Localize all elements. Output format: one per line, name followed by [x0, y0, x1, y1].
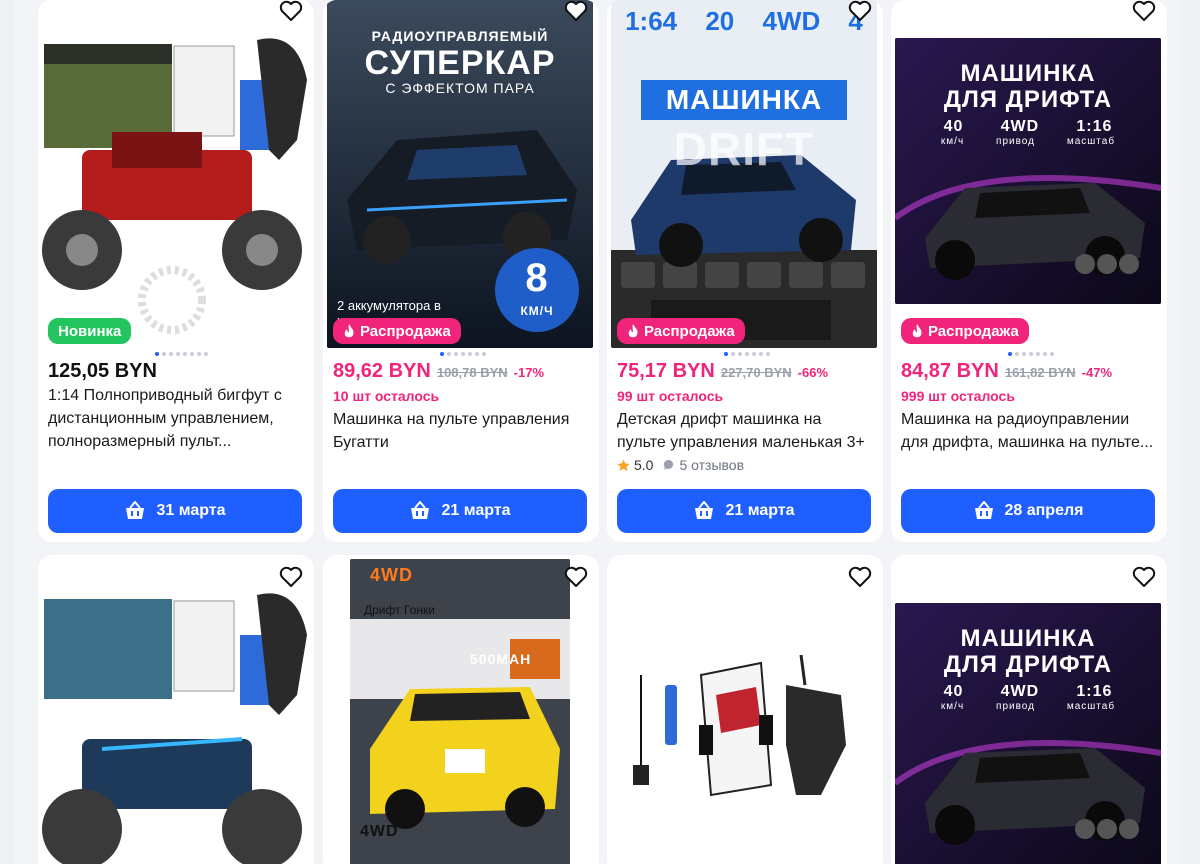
favorite-heart-icon[interactable] [1129, 0, 1159, 26]
promo-text: 500MAH [470, 651, 532, 667]
product-image[interactable]: МАШИНКА ДЛЯ ДРИФТА 40 4WD 1:16 км/ч привод м… [895, 38, 1161, 304]
delivery-date: 28 апреля [1004, 502, 1084, 519]
image-carousel-dots[interactable] [1008, 352, 1054, 356]
brand-logo: 4WD [370, 565, 413, 585]
promo-specs: 40 4WD 1:16 [943, 683, 1113, 700]
badge-label: Распродажа [644, 322, 735, 340]
delivery-date: 21 марта [725, 502, 795, 519]
stock-left: 999 шт осталось [901, 388, 1015, 404]
star-icon [617, 459, 630, 471]
rating-block[interactable]: 5.0 5 отзывов [617, 457, 744, 473]
favorite-heart-icon[interactable] [276, 562, 306, 592]
basket-icon [411, 501, 430, 519]
promo-spec-labels: км/ч привод масштаб [940, 136, 1116, 147]
discount: -17% [513, 365, 545, 380]
basket-icon [974, 501, 993, 519]
status-badge: Распродажа [617, 318, 745, 344]
current-price: 75,17 BYN [617, 360, 715, 382]
price-block: 125,05 BYN [48, 360, 157, 383]
promo-headline: ДЛЯ ДРИФТА [943, 651, 1113, 678]
status-badge: Распродажа [333, 318, 461, 344]
favorite-heart-icon[interactable] [1129, 562, 1159, 592]
reviews-count: 5 отзывов [679, 457, 745, 473]
promo-headline: МАШИНКА [960, 60, 1096, 87]
old-price: 161,82 BYN [1004, 365, 1076, 380]
badge-label: Новинка [58, 322, 122, 340]
current-price: 89,62 BYN [333, 360, 431, 382]
product-card[interactable]: МАШИНКА ДЛЯ ДРИФТА 40 4WD 1:16 км/ч привод м… [891, 555, 1167, 864]
favorite-heart-icon[interactable] [561, 562, 591, 592]
delivery-button[interactable]: 28 апреля [901, 489, 1155, 533]
promo-text: 4WD [360, 823, 399, 840]
price-block: 89,62 BYN 108,78 BYN -17% [333, 360, 544, 383]
rating-value: 5.0 [634, 457, 654, 473]
promo-text: РАДИОУПРАВЛЯЕМЫЙ [371, 28, 549, 44]
delivery-date: 31 марта [156, 502, 226, 519]
product-card[interactable]: РАДИОУПРАВЛЯЕМЫЙ СУПЕРКАР С ЭФФЕКТОМ ПАР… [323, 0, 599, 542]
discount: -47% [1081, 365, 1113, 380]
badge-label: Распродажа [928, 322, 1019, 340]
status-badge: Распродажа [901, 318, 1029, 344]
product-card[interactable]: 1:64 20 4WD 4 МАШИНКА DRIFT Распродажа 75,1… [607, 0, 883, 542]
promo-headline: МАШИНКА [960, 625, 1096, 652]
current-price: 125,05 BYN [48, 360, 157, 382]
fire-icon [628, 324, 638, 338]
product-card[interactable] [607, 555, 883, 864]
discount: -66% [797, 365, 829, 380]
product-image[interactable]: РАДИОУПРАВЛЯЕМЫЙ СУПЕРКАР С ЭФФЕКТОМ ПАР… [327, 0, 593, 348]
stock-left: 99 шт осталось [617, 388, 724, 404]
favorite-heart-icon[interactable] [845, 0, 875, 26]
current-price: 84,87 BYN [901, 360, 999, 382]
product-image[interactable]: МАШИНКА ДЛЯ ДРИФТА 40 4WD 1:16 км/ч привод м… [895, 603, 1161, 864]
speed-unit: КМ/Ч [520, 304, 554, 318]
price-block: 75,17 BYN 227,70 BYN -66% [617, 360, 828, 383]
product-card[interactable]: Новинка 125,05 BYN 1:14 Полноприводный б… [38, 0, 314, 542]
product-image[interactable] [611, 615, 877, 864]
delivery-button[interactable]: 21 марта [617, 489, 871, 533]
product-title[interactable]: Машинка на пульте управления Бугатти [333, 408, 589, 454]
promo-headline: ДЛЯ ДРИФТА [943, 86, 1113, 113]
delivery-date: 21 марта [441, 502, 511, 519]
promo-specs: 40 4WD 1:16 [943, 118, 1113, 135]
delivery-button[interactable]: 21 марта [333, 489, 587, 533]
favorite-heart-icon[interactable] [561, 0, 591, 26]
price-block: 84,87 BYN 161,82 BYN -47% [901, 360, 1112, 383]
promo-headline: МАШИНКА [665, 84, 823, 115]
promo-spec: 1:64 20 4WD 4 [625, 6, 863, 36]
product-image[interactable]: 1:64 20 4WD 4 МАШИНКА DRIFT [611, 0, 877, 348]
image-carousel-dots[interactable] [724, 352, 770, 356]
favorite-heart-icon[interactable] [845, 562, 875, 592]
image-carousel-dots[interactable] [440, 352, 486, 356]
product-title[interactable]: Детская дрифт машинка на пульте управлен… [617, 408, 873, 454]
promo-text: Дрифт Гонки [364, 603, 435, 617]
basket-icon [126, 501, 145, 519]
reviews-link[interactable]: 5 отзывов [663, 457, 744, 473]
promo-text: С ЭФФЕКТОМ ПАРА [385, 80, 535, 96]
delivery-button[interactable]: 31 марта [48, 489, 302, 533]
basket-icon [695, 501, 714, 519]
image-carousel-dots[interactable] [155, 352, 208, 356]
promo-watermark: DRIFT [673, 123, 815, 175]
promo-headline: СУПЕРКАР [364, 44, 556, 82]
product-title[interactable]: Машинка на радиоуправлении для дрифта, м… [901, 408, 1157, 454]
product-image[interactable] [42, 589, 308, 864]
stock-left: 10 шт осталось [333, 388, 440, 404]
product-title[interactable]: 1:14 Полноприводный бигфут с дистанционн… [48, 384, 304, 453]
product-card[interactable]: МАШИНКА ДЛЯ ДРИФТА 40 4WD 1:16 км/ч привод м… [891, 0, 1167, 542]
product-card[interactable] [38, 555, 314, 864]
fire-icon [344, 324, 354, 338]
status-badge: Новинка [48, 318, 132, 344]
promo-spec-labels: км/ч привод масштаб [940, 701, 1116, 712]
speed-number: 8 [525, 256, 549, 300]
product-image[interactable] [42, 0, 308, 348]
comment-icon [664, 459, 674, 470]
product-card[interactable]: 4WD Дрифт Гонки 500MAH 4WD [323, 555, 599, 864]
old-price: 108,78 BYN [436, 365, 508, 380]
product-image[interactable]: 4WD Дрифт Гонки 500MAH 4WD [350, 559, 570, 864]
fire-icon [912, 324, 922, 338]
old-price: 227,70 BYN [720, 365, 792, 380]
badge-label: Распродажа [360, 322, 451, 340]
favorite-heart-icon[interactable] [276, 0, 306, 26]
